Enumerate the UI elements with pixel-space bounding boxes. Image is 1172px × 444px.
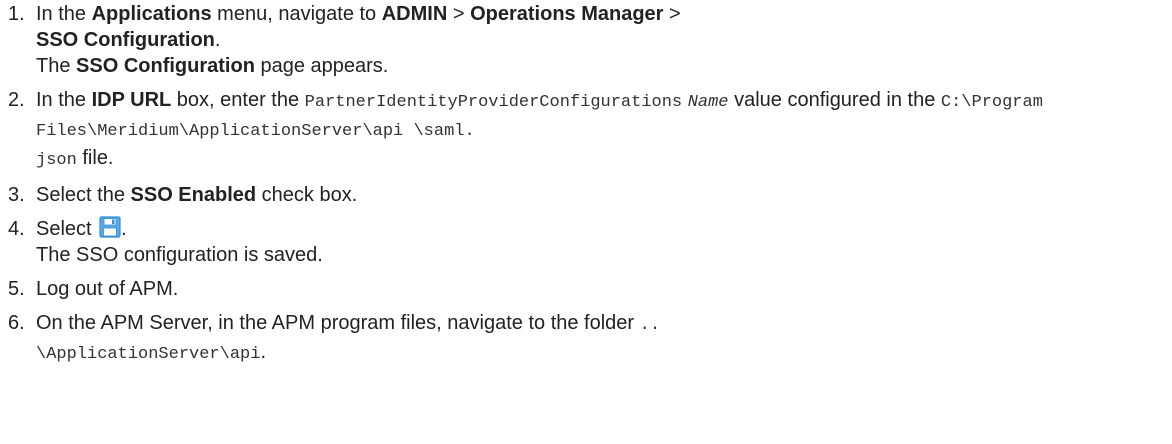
step-number: 1. — [8, 3, 25, 25]
ui-term-sso-configuration: SSO Configuration — [36, 29, 215, 51]
ui-term-applications: Applications — [91, 3, 212, 25]
ui-term-idp-url: IDP URL — [91, 89, 172, 111]
step-number: 2. — [8, 89, 25, 111]
step-number: 6. — [8, 312, 25, 334]
step-result: The SSO Configuration page appears. — [36, 53, 1168, 79]
code-config-key: PartnerIdentityProviderConfigurations — [304, 93, 683, 112]
step-text: In the — [36, 3, 92, 25]
step-text: . — [214, 29, 221, 51]
step-text: file. — [76, 147, 114, 169]
step-text: In the — [36, 89, 92, 111]
step-text: On the APM Server, in the APM program fi… — [36, 312, 640, 334]
step-text: Select the — [36, 184, 131, 206]
code-folder-path: \ApplicationServer\api — [36, 345, 261, 364]
ui-term-admin: ADMIN — [381, 3, 448, 25]
separator: > — [447, 3, 471, 25]
step-text: Log out of APM. — [36, 278, 179, 300]
step-5: 5. Log out of APM. — [8, 276, 1168, 302]
code-name-key: Name — [687, 93, 729, 112]
step-text: box, enter the — [171, 89, 305, 111]
separator: > — [663, 3, 681, 25]
step-number: 5. — [8, 278, 25, 300]
ui-term-sso-enabled: SSO Enabled — [130, 184, 257, 206]
step-result: The SSO configuration is saved. — [36, 244, 323, 266]
step-6: 6. On the APM Server, in the APM program… — [8, 310, 1168, 368]
result-text: page appears. — [254, 55, 389, 77]
step-2: 2. In the IDP URL box, enter the Partner… — [8, 87, 1168, 174]
step-text: Select — [36, 218, 98, 240]
code-file-ext: json — [36, 151, 77, 170]
step-text: menu, navigate to — [211, 3, 382, 25]
step-text: . — [260, 341, 266, 363]
step-text: . — [121, 218, 127, 240]
step-text: value configured in the — [728, 89, 941, 111]
step-number: 4. — [8, 218, 25, 240]
code-parent-dir: .. — [639, 316, 661, 335]
ui-term-sso-configuration: SSO Configuration — [76, 55, 255, 77]
save-icon — [99, 216, 121, 238]
step-number: 3. — [8, 184, 25, 206]
ui-term-operations-manager: Operations Manager — [470, 3, 664, 25]
procedure-steps: 1. In the Applications menu, navigate to… — [8, 1, 1168, 376]
step-3: 3. Select the SSO Enabled check box. — [8, 182, 1168, 208]
step-4: 4. Select . The SSO configuration is sav… — [8, 216, 1168, 268]
result-text: The — [36, 55, 77, 77]
step-1: 1. In the Applications menu, navigate to… — [8, 1, 1168, 79]
step-text: check box. — [256, 184, 358, 206]
